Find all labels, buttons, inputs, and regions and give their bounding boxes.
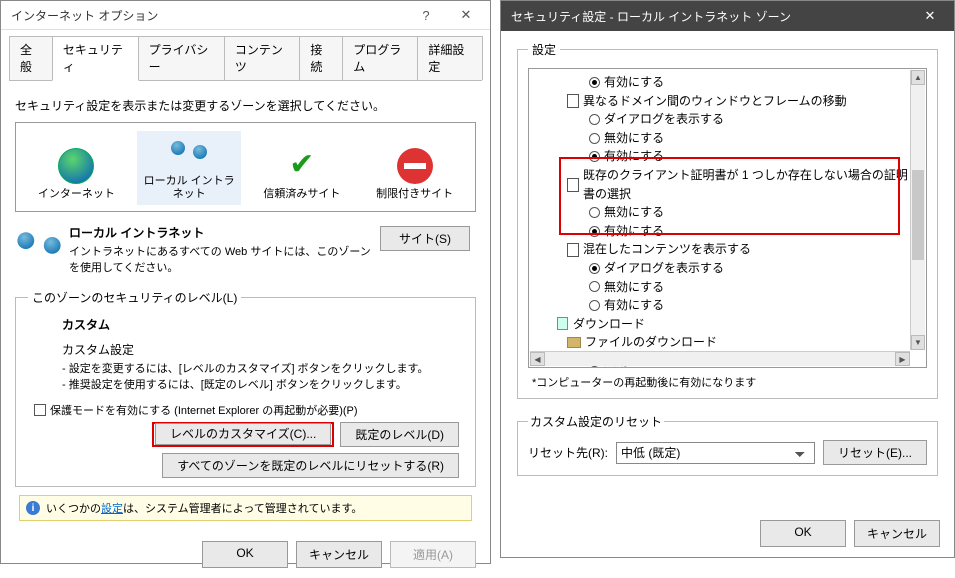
custom-title: カスタム [62,316,463,333]
dialog-footer: OK キャンセル [501,512,954,557]
scroll-down-icon[interactable]: ▼ [911,335,925,350]
customize-level-button[interactable]: レベルのカスタマイズ(C)... [155,423,331,445]
custom-line-1: - 設定を変更するには、[レベルのカスタマイズ] ボタンをクリックします。 [62,362,463,378]
download-icon [555,317,569,331]
radio-icon[interactable] [589,263,600,274]
folder-icon [567,337,581,348]
security-level-group: このゾーンのセキュリティのレベル(L) カスタム カスタム設定 - 設定を変更す… [15,289,476,487]
tab-advanced[interactable]: 詳細設定 [417,36,483,80]
tabstrip: 全般 セキュリティ プライバシー コンテンツ 接続 プログラム 詳細設定 [1,30,490,80]
ok-button[interactable]: OK [202,541,288,568]
tab-programs[interactable]: プログラム [342,36,418,80]
tab-security[interactable]: セキュリティ [52,36,139,81]
radio-icon[interactable] [589,281,600,292]
protected-mode-checkbox[interactable]: 保護モードを有効にする (Internet Explorer の再起動が必要)(… [34,402,463,418]
apply-button[interactable]: 適用(A) [390,541,476,568]
reset-all-zones-button[interactable]: すべてのゾーンを既定のレベルにリセットする(R) [162,453,459,478]
reset-to-label: リセット先(R): [528,444,608,461]
settings-link[interactable]: 設定 [101,503,123,515]
restart-footnote: *コンピューターの再起動後に有効になります [532,374,927,390]
intranet-icon [171,135,207,165]
zone-restricted[interactable]: 制限付きサイト [363,144,467,205]
page-icon [567,178,579,192]
reset-button[interactable]: リセット(E)... [823,440,927,465]
close-button[interactable]: ✕ [446,1,486,29]
sites-button[interactable]: サイト(S) [380,226,470,251]
checkmark-icon: ✔ [284,148,320,184]
admin-info-bar: i いくつかの設定は、システム管理者によって管理されています。 [19,495,472,521]
dialog-footer: OK キャンセル 適用(A) [1,533,490,578]
titlebar: セキュリティ設定 - ローカル イントラネット ゾーン ✕ [501,1,954,31]
radio-icon[interactable] [589,133,600,144]
reset-legend: カスタム設定のリセット [528,413,664,430]
scroll-thumb[interactable] [912,170,924,260]
zone-detail: ローカル イントラネット イントラネットにあるすべての Web サイトには、この… [15,222,476,277]
scroll-left-icon[interactable]: ◀ [530,352,545,366]
radio-icon[interactable] [589,114,600,125]
restricted-icon [397,148,433,184]
scroll-up-icon[interactable]: ▲ [911,70,925,85]
settings-legend: 設定 [528,41,560,58]
scrollbar-horizontal[interactable]: ◀ ▶ [530,351,910,366]
zone-trusted[interactable]: ✔ 信頼済みサイト [250,144,354,205]
custom-subtitle: カスタム設定 [62,341,463,358]
intranet-icon [17,225,60,261]
radio-icon[interactable] [589,300,600,311]
cancel-button[interactable]: キャンセル [854,520,940,547]
dialog-title: セキュリティ設定 - ローカル イントラネット ゾーン [511,8,910,25]
close-button[interactable]: ✕ [910,2,950,30]
radio-icon[interactable] [589,207,600,218]
settings-tree[interactable]: 有効にする 異なるドメイン間のウィンドウとフレームの移動 ダイアログを表示する … [528,68,927,368]
tab-privacy[interactable]: プライバシー [138,36,225,80]
cancel-button[interactable]: キャンセル [296,541,382,568]
reset-group: カスタム設定のリセット リセット先(R): 中低 (既定) リセット(E)... [517,413,938,476]
help-button[interactable]: ? [406,1,446,29]
info-icon: i [26,501,40,515]
checkbox-icon [34,404,46,416]
custom-line-2: - 推奨設定を使用するには、[既定のレベル] ボタンをクリックします。 [62,378,463,394]
radio-icon[interactable] [589,77,600,88]
tab-connections[interactable]: 接続 [299,36,343,80]
globe-icon [58,148,94,184]
zone-internet[interactable]: インターネット [24,144,128,205]
internet-options-dialog: インターネット オプション ? ✕ 全般 セキュリティ プライバシー コンテンツ… [0,0,491,564]
zone-detail-title: ローカル イントラネット [69,224,372,241]
zone-intranet[interactable]: ローカル イントラネット [137,131,241,205]
dialog-title: インターネット オプション [11,7,406,24]
page-icon [567,243,579,257]
zone-prompt: セキュリティ設定を表示または変更するゾーンを選択してください。 [15,97,476,114]
tab-body: セキュリティ設定を表示または変更するゾーンを選択してください。 インターネット … [1,81,490,533]
scroll-right-icon[interactable]: ▶ [895,352,910,366]
default-level-button[interactable]: 既定のレベル(D) [340,422,459,447]
tab-content[interactable]: コンテンツ [224,36,301,80]
scrollbar-vertical[interactable]: ▲ ▼ [910,70,925,350]
settings-group: 設定 有効にする 異なるドメイン間のウィンドウとフレームの移動 ダイアログを表示… [517,41,938,399]
tab-general[interactable]: 全般 [9,36,53,80]
radio-icon[interactable] [589,226,600,237]
titlebar: インターネット オプション ? ✕ [1,1,490,30]
radio-icon[interactable] [589,151,600,162]
zone-detail-desc: イントラネットにあるすべての Web サイトには、このゾーンを使用してください。 [69,243,372,275]
level-legend: このゾーンのセキュリティのレベル(L) [28,289,241,306]
reset-to-select[interactable]: 中低 (既定) [616,442,815,464]
ok-button[interactable]: OK [760,520,846,547]
page-icon [567,94,579,108]
zone-list: インターネット ローカル イントラネット ✔ 信頼済みサイト 制限付きサイト [15,122,476,212]
security-settings-dialog: セキュリティ設定 - ローカル イントラネット ゾーン ✕ 設定 有効にする 異… [500,0,955,558]
